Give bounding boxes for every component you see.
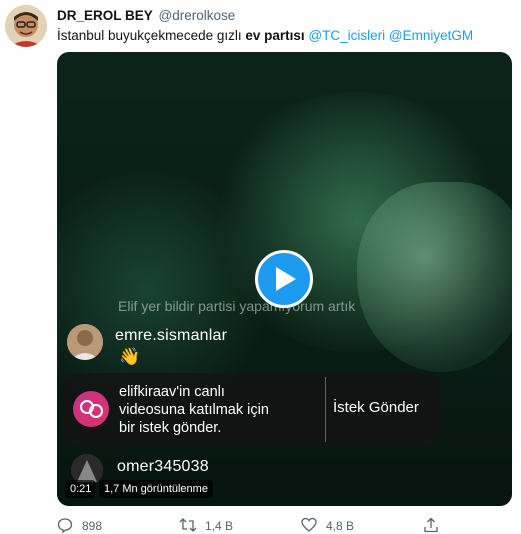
share-icon [424,517,438,533]
comment-avatar [67,324,103,360]
mention-emniyetgm[interactable]: @EmniyetGM [389,28,473,43]
reply-icon [57,518,73,533]
tweet-header: DR_EROL BEY @drerolkose [57,7,235,24]
join-request-card: elifkiraav'in canlı videosuna katılmak i… [63,373,441,446]
video-time-badge: 0:21 [65,480,97,498]
author-avatar[interactable] [5,5,47,47]
tweet-text: İstanbul buyukçekmecede gızlı ev partısı… [57,27,473,44]
author-handle[interactable]: @drerolkose [159,8,236,23]
video-player[interactable]: Elif yer bildir partisi yapamıyorum artı… [57,52,512,506]
join-request-icon [73,391,109,427]
send-request-button[interactable]: İstek Gönder [333,399,419,416]
video-overlay-text: Elif yer bildir partisi yapamıyorum artı… [118,298,356,314]
like-count: 4,8 B [326,519,355,533]
reply-count: 898 [82,519,103,533]
retweet-count: 1,4 B [205,519,234,533]
comment-username: omer345038 [117,458,209,475]
join-request-divider [325,377,326,442]
tweet-text-bold: ev partısı [245,28,305,43]
retweet-icon [179,518,197,532]
join-request-text: elifkiraav'in canlı videosuna katılmak i… [119,384,269,436]
heart-icon [301,517,317,532]
tweet-text-plain: İstanbul buyukçekmecede gızlı [57,28,246,43]
waving-hand-icon: 👋 [119,347,141,366]
mention-tc-icisleri[interactable]: @TC_icisleri [308,28,385,43]
play-button[interactable] [255,250,313,308]
comment-username: emre.sismanlar [115,327,228,344]
author-name[interactable]: DR_EROL BEY [57,8,153,23]
video-views-badge: 1,7 Mn görüntülenme [99,480,213,498]
play-icon [276,267,296,291]
